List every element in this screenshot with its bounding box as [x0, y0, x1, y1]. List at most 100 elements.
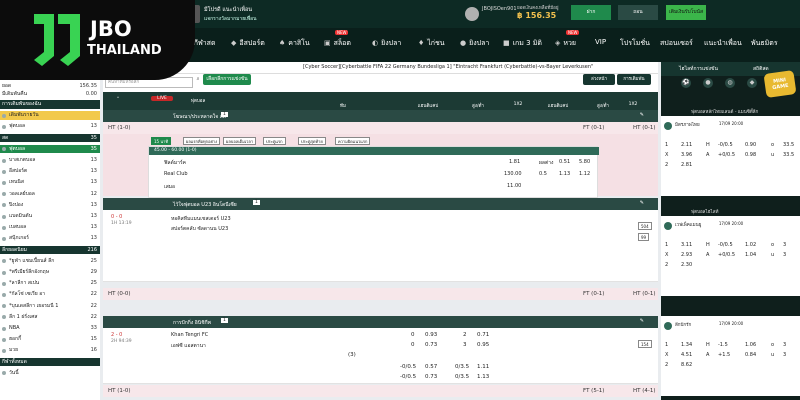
sidebar-item[interactable]: *บุนเดสลีกา เยอรมนี 1 22	[0, 302, 100, 311]
sidebar-item[interactable]: การเดิมพันของฉัน	[0, 100, 100, 109]
sidebar-item[interactable]: ปิงปอง 13	[0, 201, 100, 210]
odds-row[interactable]: 1 3.11 H -0/0.5 1.02 o 3	[661, 242, 800, 250]
odds-cell: 0.98	[745, 152, 757, 158]
sidebar-item-label: *บุนเดสลีกา เยอรมนี 1	[9, 302, 59, 309]
sidebar-item[interactable]: ฟุตบอล 35	[0, 144, 100, 154]
odds-cell: -0/0.5	[718, 242, 733, 248]
select-league-button[interactable]: เลือกลีกการแข่งขัน	[203, 74, 251, 85]
sidebar-item[interactable]: วอลเลย์บอล 12	[0, 190, 100, 199]
sidebar-item[interactable]: เบสบอล 13	[0, 223, 100, 232]
pin-icon[interactable]: ✎	[640, 318, 644, 324]
promo-banner[interactable]: มีโปรดี แนะนำเพื่อน แจกรางวัลมากมายเพื่อ…	[182, 3, 322, 25]
sidebar-item[interactable]: *กัลโช่ เซเรีย อา 22	[0, 290, 100, 299]
nav-lottery[interactable]: ◈ หวย	[555, 38, 576, 49]
odds-cell: A	[706, 252, 710, 258]
odds-cell: 4.51	[681, 352, 693, 358]
col-handicap-2: แฮนดิแคป	[547, 104, 569, 109]
nav-cockfight[interactable]: ♦ ไก่ชน	[418, 38, 445, 49]
highlight-match[interactable]: ฟุตบอลไฮไลท์ เวฟเพ็คแมนยู 17/09 20:00 1 3.11…	[661, 206, 800, 296]
sidebar-item[interactable]: *ลาลีกา สเปน 25	[0, 279, 100, 288]
pin-icon[interactable]: ✎	[640, 112, 644, 118]
nav-3d-games[interactable]: ■ เกม 3 มิติ	[503, 38, 542, 49]
odds-dropdown[interactable]: การเดิมพัน	[617, 74, 651, 85]
sidebar-item[interactable]: ฟุตบอล 13	[0, 122, 100, 131]
market-chip[interactable]: ความผิดแนวแรก	[335, 137, 371, 145]
sport-icon	[2, 281, 6, 286]
card-row[interactable]: เสมอ 11.00	[149, 181, 599, 191]
sidebar-item-count: 29	[90, 269, 97, 275]
league-header[interactable]: ไว้ใจฟุตบอล U23 อินโดนีเซีย 1 ✎	[103, 198, 658, 210]
sidebar-item-count: 25	[90, 280, 97, 287]
sidebar-item[interactable]: บาสเกตบอล 13	[0, 156, 100, 165]
tab-live-stats[interactable]: สถิติสด	[753, 65, 769, 73]
sidebar-item[interactable]: แบดมินตัน 13	[0, 212, 100, 221]
sidebar-item[interactable]: *พรีเมียร์ลีกอังกฤษ 29	[0, 268, 100, 277]
nav-vip[interactable]: VIP	[595, 38, 606, 46]
collapse-icon[interactable]: ⌃	[113, 97, 123, 102]
promo-line2: แจกรางวัลมากมายเพื่อน	[204, 16, 257, 22]
nav-fishing2[interactable]: ● ยิงปลา	[460, 38, 489, 49]
sidebar-item[interactable]: NBA 33	[0, 324, 100, 333]
tennis-icon[interactable]: ◍	[725, 78, 735, 88]
search-icon[interactable]: ⌕	[195, 74, 201, 85]
gamepad-icon[interactable]: ◆	[747, 78, 757, 88]
nav-fishing[interactable]: ◐ ยิงปลา	[372, 38, 401, 49]
sidebar-item[interactable]: สนุ๊กเกอร์ 13	[0, 234, 100, 243]
odds-row[interactable]: 2 2.30	[661, 262, 800, 270]
sidebar-item[interactable]: ลีก 1 ฝรั่งเศส 22	[0, 313, 100, 322]
account[interactable]: JBOJISOen901	[465, 6, 525, 22]
card-row[interactable]: ฟิลด์มาร์ค 1.81 ผลต่าง 0.51 5.80	[149, 157, 599, 167]
sidebar-item[interactable]: ฮอกกี้ 15	[0, 335, 100, 344]
highlight-match[interactable]: ฟุตบอลหลักไทยแลนด์ - แมนซิตี้ลีก มิตรภาพไ…	[661, 106, 800, 196]
bonus-button[interactable]: เติมเงินรับโบนัส	[666, 5, 706, 20]
league-header[interactable]: การปักกิ่ง อินิชิกีพ 1 ✎	[103, 316, 658, 328]
market-chip[interactable]: ผลแรกคือทุกอย่าง	[183, 137, 221, 145]
pin-icon[interactable]: ✎	[640, 200, 644, 206]
header-tab[interactable]: ฟุตบอล	[183, 97, 213, 104]
sidebar-item[interactable]: เดิมพันรายวัน	[0, 111, 100, 120]
nav-esports[interactable]: ◆ อีสปอร์ต	[231, 38, 265, 49]
nav-partners[interactable]: พันธมิตร	[751, 38, 778, 49]
deposit-button[interactable]: ฝาก	[571, 5, 611, 20]
sidebar-item[interactable]: วันนี้	[0, 369, 100, 378]
nav-casino[interactable]: ♠ คาสิโน	[279, 38, 310, 49]
nav-promotions[interactable]: โปรโมชั่น	[620, 38, 650, 49]
withdraw-button[interactable]: ถอน	[618, 5, 658, 20]
fish-icon: ◐	[372, 39, 379, 47]
sidebar-item[interactable]: ลีกยอดนิยม 216	[0, 245, 100, 255]
card-row[interactable]: Real Club 130.00 0.5 1.13 1.12	[149, 169, 599, 179]
sidebar-item-count: 35	[90, 145, 97, 152]
sidebar-item[interactable]: อีสปอร์ต 13	[0, 167, 100, 176]
market-chip[interactable]: 15 นาที	[151, 137, 171, 145]
sidebar-item[interactable]: สด 35	[0, 133, 100, 143]
basketball-icon[interactable]: ●	[703, 78, 713, 88]
odds-row[interactable]: 1 2.11 H -0/0.5 0.90 o 33.5	[661, 142, 800, 150]
odds-row[interactable]: 1 1.34 H -1.5 1.06 o 3	[661, 342, 800, 350]
odds-row[interactable]: 2 2.81	[661, 162, 800, 170]
nav-slots[interactable]: ▣ สล็อต	[324, 38, 351, 49]
tab-highlights[interactable]: ไฮไลท์การแข่งขัน	[679, 65, 718, 73]
market-chip[interactable]: ประตูสุดท้าย	[298, 137, 326, 145]
mini-game-button[interactable]: MINI GAME	[763, 70, 797, 98]
sidebar-item[interactable]: กีฬาทั้งหมด	[0, 357, 100, 367]
match-row[interactable]: 0 - 0 1H 13:19 หอคิสทีมแมนเชสเตอร์ U23 ส…	[103, 210, 658, 282]
market-chip[interactable]: ผลบอลเต็มเวลา	[223, 137, 257, 145]
highlight-match[interactable]: ลีกปักรัก 17/09 20:00 1 1.34 H -1.5 1.06 o 3 X 4.5…	[661, 306, 800, 396]
sort-dropdown[interactable]: ล่วงหน้า	[583, 74, 615, 85]
ball-icon[interactable]: ⚽	[681, 78, 691, 88]
odds-row[interactable]: 2 8.62	[661, 362, 800, 370]
sidebar-item-label: กีฬาทั้งหมด	[2, 358, 27, 365]
nav-referral[interactable]: แนะนำเพื่อน	[704, 38, 742, 49]
sidebar-item[interactable]: มวย 16	[0, 346, 100, 355]
odds-cell: 3	[783, 352, 787, 358]
sidebar-item[interactable]: เทนนิส 13	[0, 178, 100, 187]
sidebar-item[interactable]: *ยูฟ่า แชมเปี้ยนส์ ลีก 25	[0, 257, 100, 266]
market-chip[interactable]: ประตูแรก	[263, 137, 286, 145]
odds-row[interactable]: X 2.93 A +0/0.5 1.04 u 3	[661, 252, 800, 260]
league-header[interactable]: โฆษณา/ประหลาดใจ สด 1 ✎	[103, 110, 658, 122]
odds-row[interactable]: X 3.96 A +0/0.5 0.98 u 33.5	[661, 152, 800, 160]
brand-logo[interactable]: JBO THAILAND	[0, 0, 195, 80]
nav-sponsor[interactable]: สปอนเซอร์	[660, 38, 693, 49]
match-row[interactable]: 2 - 0 2H 94:39 Khan Tengri FC เอฟซี แอสต…	[103, 328, 658, 384]
odds-row[interactable]: X 4.51 A +1.5 0.84 u 3	[661, 352, 800, 360]
